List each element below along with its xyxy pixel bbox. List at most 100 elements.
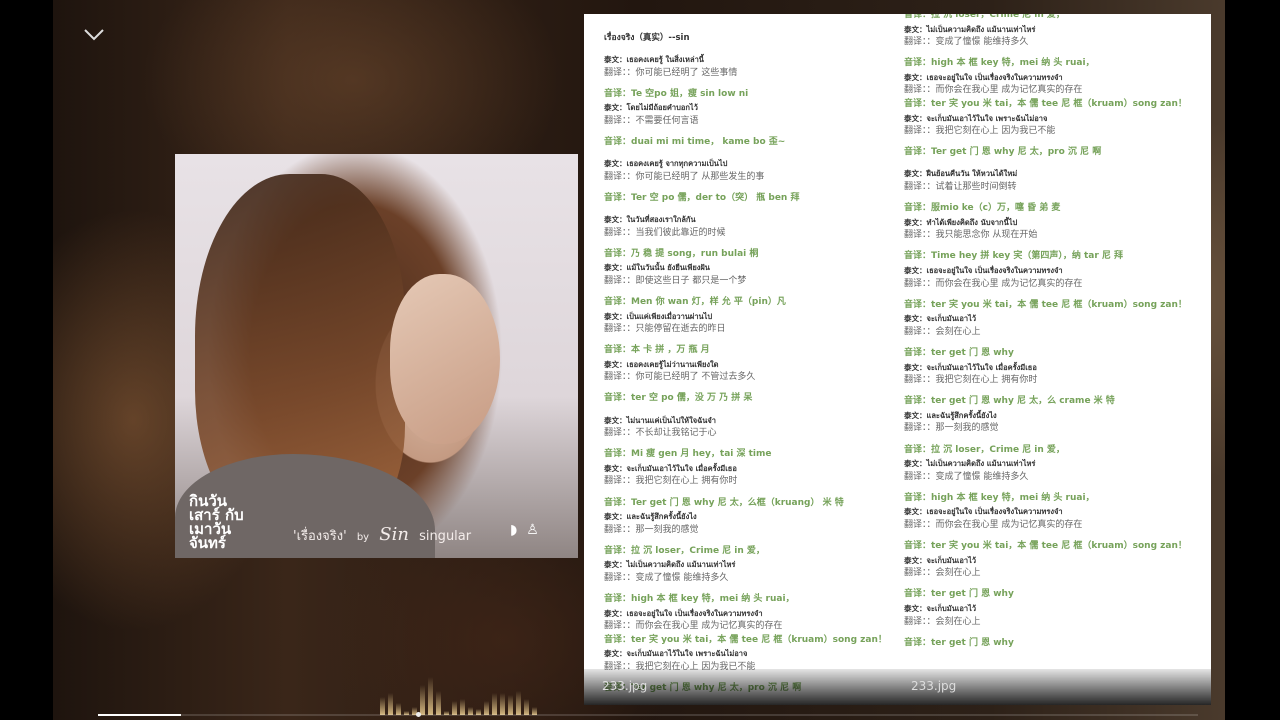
lyrics-image-right[interactable]: 音译：拉 沉 loser，Crime 尼 in 爱， 泰文：ไม่เป็นความ… (893, 14, 1211, 705)
lyric-block: 音译：Te 空po 姐，瘦 sin low ni 泰文：โดยไม่มีถ้อยค… (604, 88, 889, 129)
lyric-line-trans: 翻译：：我只能思念你 从现在开始 (904, 230, 1038, 241)
lyric-line-yin: 音译：服mio ke（c）万，噻 昏 弟 麦 (904, 203, 1061, 214)
lyric-line-thai: 泰文：จะเก็บมันเอาไว้ในใจ เมื่อครั้งมีเธอ (904, 362, 1037, 372)
visualizer-bar (420, 685, 425, 715)
album-caption: 'เรื่องจริง' by Sin singular (293, 524, 477, 546)
lyric-line-thai: 泰文：จะเก็บมันเอาไว้ (904, 603, 977, 613)
lyric-block: 音译：ter get 门 恩 why (904, 637, 1207, 651)
lyric-line-thai: 泰文：เธอจะอยู่ในใจ เป็นเรื่องจริงในความทรง… (904, 507, 1063, 517)
lyric-block: 音译：Ter 空 po 儒，der to（突） 瓶 ben 拜 (604, 192, 889, 206)
album-label: singular (419, 529, 472, 544)
lyric-block: 音译：high 本 框 key 特，mei 纳 头 ruai， 泰文：เธอจะอ… (904, 492, 1207, 533)
lyric-block: 音译：ter get 门 恩 why 尼 太，么 crame 米 特泰文：และ… (904, 395, 1207, 436)
lyric-line-yin: 音译：Ter get 门 恩 why 尼 太，么框（kruang） 米 特 (604, 497, 844, 508)
lyric-line-yin: 音译：high 本 框 key 特，mei 纳 头 ruai， (904, 492, 1095, 503)
visualizer-bar (388, 693, 393, 715)
lyric-block: 音译：Ter get 门 恩 why 尼 太，pro 沉 尼 啊 (904, 146, 1207, 160)
lyric-line-thai: 泰文：เธอคงเคยรู้ ในสิ่งเหล่านี้ (604, 55, 704, 65)
visualizer-bar (380, 697, 385, 715)
lyric-line-yin: 音译：high 本 框 key 特，mei 纳 头 ruai， (604, 594, 795, 605)
lyric-block: 音译：ter get 门 恩 why 泰文：จะเก็บมันเอาไว้ในใจ… (904, 347, 1207, 388)
album-by: by (356, 532, 370, 543)
artist-signature: Sin (379, 524, 409, 545)
lyric-line-thai: 泰文：ไม่เป็นความคิดถึง แม้นานเท่าไหร่ (904, 459, 1036, 469)
image-caption-bar: 233.jpg (893, 669, 1211, 705)
visualizer-bar (428, 677, 433, 715)
lyric-block: 音译：ter 空 po 儒，没 万 乃 拼 呆 (604, 392, 889, 406)
lyric-line-trans: 翻译：：不需要任何言语 (604, 115, 699, 126)
chevron-down-icon[interactable] (83, 26, 105, 42)
lyric-block: 泰文：ฝืนย้อนคืนวัน ให้หวนได้ใหม่ 翻译：：试着让那些时… (904, 167, 1207, 194)
lyrics-content: เรื่องจริง（真实）--sin 泰文：เธอคงเคยรู้ ในสิ่ง… (604, 32, 889, 703)
progress-thumb[interactable] (416, 712, 421, 717)
lyric-block: 音译：Ter get 门 恩 why 尼 太，么框（kruang） 米 特泰文：… (604, 497, 889, 538)
lyric-line-trans: 翻译：：只能停留在逝去的昨日 (604, 324, 726, 335)
lyric-line-thai: 泰文：จะเก็บมันเอาไว้ (904, 314, 977, 324)
lyric-line-yin: 音译：ter 宎 you 米 tai，本 儒 tee 尼 框（kruam）son… (904, 99, 1187, 110)
lyric-line-trans: 翻译：：当我们彼此靠近的时候 (604, 227, 726, 238)
lyric-block: 泰文：ไม่นานแค่เป็นไปให้ใจฉันจำ 翻译：：不长却让我铭记于… (604, 414, 889, 441)
lyric-line-thai: 泰文：ฝืนย้อนคืนวัน ให้หวนได้ใหม่ (904, 169, 1018, 179)
visualizer-bar (452, 701, 457, 715)
lyric-line-yin: 音译：ter get 门 恩 why (904, 347, 1014, 358)
album-art-face (390, 274, 500, 444)
visualizer-bar (436, 691, 441, 715)
lyric-line-thai: 泰文：ไม่นานแค่เป็นไปให้ใจฉันจำ (604, 415, 717, 425)
lyric-block: 音译：Men 你 wan 灯，样 允 平（pin）凡 泰文：เป็นแค่เพีย… (604, 296, 889, 337)
lyric-line-yin: 音译：ter 宎 you 米 tai，本 儒 tee 尼 框（kruam）son… (904, 299, 1187, 310)
lyric-line-trans: 翻译：：你可能已经明了 从那些发生的事 (604, 171, 765, 182)
lyric-line-yin: 音译：ter 空 po 儒，没 万 乃 拼 呆 (604, 393, 753, 404)
album-logo: กินวัน เสาร์ กับเมาวัน จันทร์ (189, 492, 244, 552)
lyric-line-trans: 翻译：：即使这些日子 都只是一个梦 (604, 275, 747, 286)
lyric-block: 音译：服mio ke（c）万，噻 昏 弟 麦泰文：ทำได้เพียงคิดถึ… (904, 202, 1207, 243)
lyric-block: 音译：乃 稳 提 song，run bulai 桐泰文：แม้ในวันนั้น… (604, 248, 889, 289)
lyric-line-yin: 音译：Te 空po 姐，瘦 sin low ni (604, 88, 749, 99)
lyric-line-trans: 翻译：：变成了憧憬 能维持多久 (904, 471, 1029, 482)
lyric-block: 音译：ter 宎 you 米 tai，本 儒 tee 尼 框（kruam）son… (904, 540, 1207, 581)
lyric-block: 音译：ter 宎 you 米 tai，本 儒 tee 尼 框（kruam）son… (904, 299, 1207, 340)
lyric-line-thai: 泰文：ทำได้เพียงคิดถึง นับจากนี้ไป (904, 217, 1018, 227)
visualizer-bar (460, 699, 465, 715)
image-filename: 233.jpg (602, 679, 648, 693)
audio-visualizer (380, 675, 580, 715)
lyric-line-trans: 翻译：：我把它刻在心上 拥有你时 (604, 476, 738, 487)
lyric-line-ttl: เรื่องจริง（真实）--sin (604, 33, 690, 43)
lyric-line-yin: 音译：Time hey 拼 key 宎（第四声），纳 tar 尼 拜 (904, 251, 1124, 262)
lyric-block: 音译：本 卡 拼 ，万 瓶 月泰文：เธอคงเคยรู้ไม่ว่านานเพ… (604, 344, 889, 385)
lyrics-content: 音译：拉 沉 loser，Crime 尼 in 爱， 泰文：ไม่เป็นความ… (904, 14, 1207, 658)
visualizer-bar (524, 699, 529, 715)
lyric-line-trans: 翻译：：会刻在心上 (904, 616, 981, 627)
lyric-line-thai: 泰文：และฉันรู้สึกครั้งนี้ยังไง (904, 410, 997, 420)
lyric-line-yin: 音译：乃 稳 提 song，run bulai 桐 (604, 248, 759, 259)
lyric-line-trans: 翻译：：会刻在心上 (904, 326, 981, 337)
lyric-block: 音译：duai mi mi time， kame bo 歪~ (604, 136, 889, 150)
visualizer-bar (516, 691, 521, 715)
lyric-block: 音译：Time hey 拼 key 宎（第四声），纳 tar 尼 拜泰文：เธอ… (904, 250, 1207, 291)
lyric-line-thai: 泰文：ไม่เป็นความคิดถึง แม้นานเท่าไหร่ (604, 560, 736, 570)
lyric-line-yin: 音译：ter 宎 you 米 tai，本 儒 tee 尼 框（kruam）son… (604, 634, 887, 645)
record-label-logos: ◗ ♙ (510, 522, 539, 538)
lyric-block: 音译：high 本 框 key 特，mei 纳 头 ruai， 泰文：เธอจะอ… (904, 57, 1207, 139)
lyric-line-yin: 音译：拉 沉 loser，Crime 尼 in 爱， (604, 545, 765, 556)
lyric-block: 音译：high 本 框 key 特，mei 纳 头 ruai， 泰文：เธอจะอ… (604, 593, 889, 675)
lyric-line-trans: 翻译：：试着让那些时间倒转 (904, 182, 1017, 193)
lyric-block: 音译：拉 沉 loser，Crime 尼 in 爱， 泰文：ไม่เป็นความ… (904, 14, 1207, 50)
lyric-line-trans: 翻译：：我把它刻在心上 因为我已不能 (904, 126, 1056, 137)
lyric-line-yin: 音译：ter get 门 恩 why (904, 637, 1014, 648)
lyric-line-yin: 音译：ter get 门 恩 why 尼 太，么 crame 米 特 (904, 396, 1115, 407)
lyric-block: 音译：拉 沉 loser，Crime 尼 in 爱， 泰文：ไม่เป็นความ… (604, 545, 889, 586)
lyrics-image-left[interactable]: เรื่องจริง（真实）--sin 泰文：เธอคงเคยรู้ ในสิ่ง… (584, 14, 893, 705)
lyric-line-trans: 翻译：：而你会在我心里 成为记忆真实的存在 (904, 278, 1083, 289)
lyric-line-thai: 泰文：ไม่เป็นความคิดถึง แม้นานเท่าไหร่ (904, 24, 1036, 34)
lyric-line-yin: 音译：ter 宎 you 米 tai，本 儒 tee 尼 框（kruam）son… (904, 541, 1187, 552)
lyric-line-thai: 泰文：เธอคงเคยรู้ไม่ว่านานเพียงใด (604, 359, 719, 369)
lyric-line-thai: 泰文：เธอคงเคยรู้ จากทุกความเป็นไป (604, 159, 728, 169)
lyric-line-trans: 翻译：：变成了憧憬 能维持多久 (904, 37, 1029, 48)
progress-bar[interactable] (98, 714, 1198, 716)
lyric-line-thai: 泰文：แม้ในวันนั้น ยังยืนเพียงฝัน (604, 263, 710, 273)
lyric-block: 泰文：ในวันที่สองเราใกล้กัน 翻译：：当我们彼此靠近的时候 (604, 213, 889, 240)
lyric-line-thai: 泰文：จะเก็บมันเอาไว้ในใจ เมื่อครั้งมีเธอ (604, 463, 737, 473)
lyric-block: 音译：拉 沉 loser，Crime 尼 in 爱， 泰文：ไม่เป็นความ… (904, 444, 1207, 485)
lyric-line-trans: 翻译：：变成了憧憬 能维持多久 (604, 573, 729, 583)
lyric-line-yin: 音译：ter get 门 恩 why (904, 589, 1014, 600)
